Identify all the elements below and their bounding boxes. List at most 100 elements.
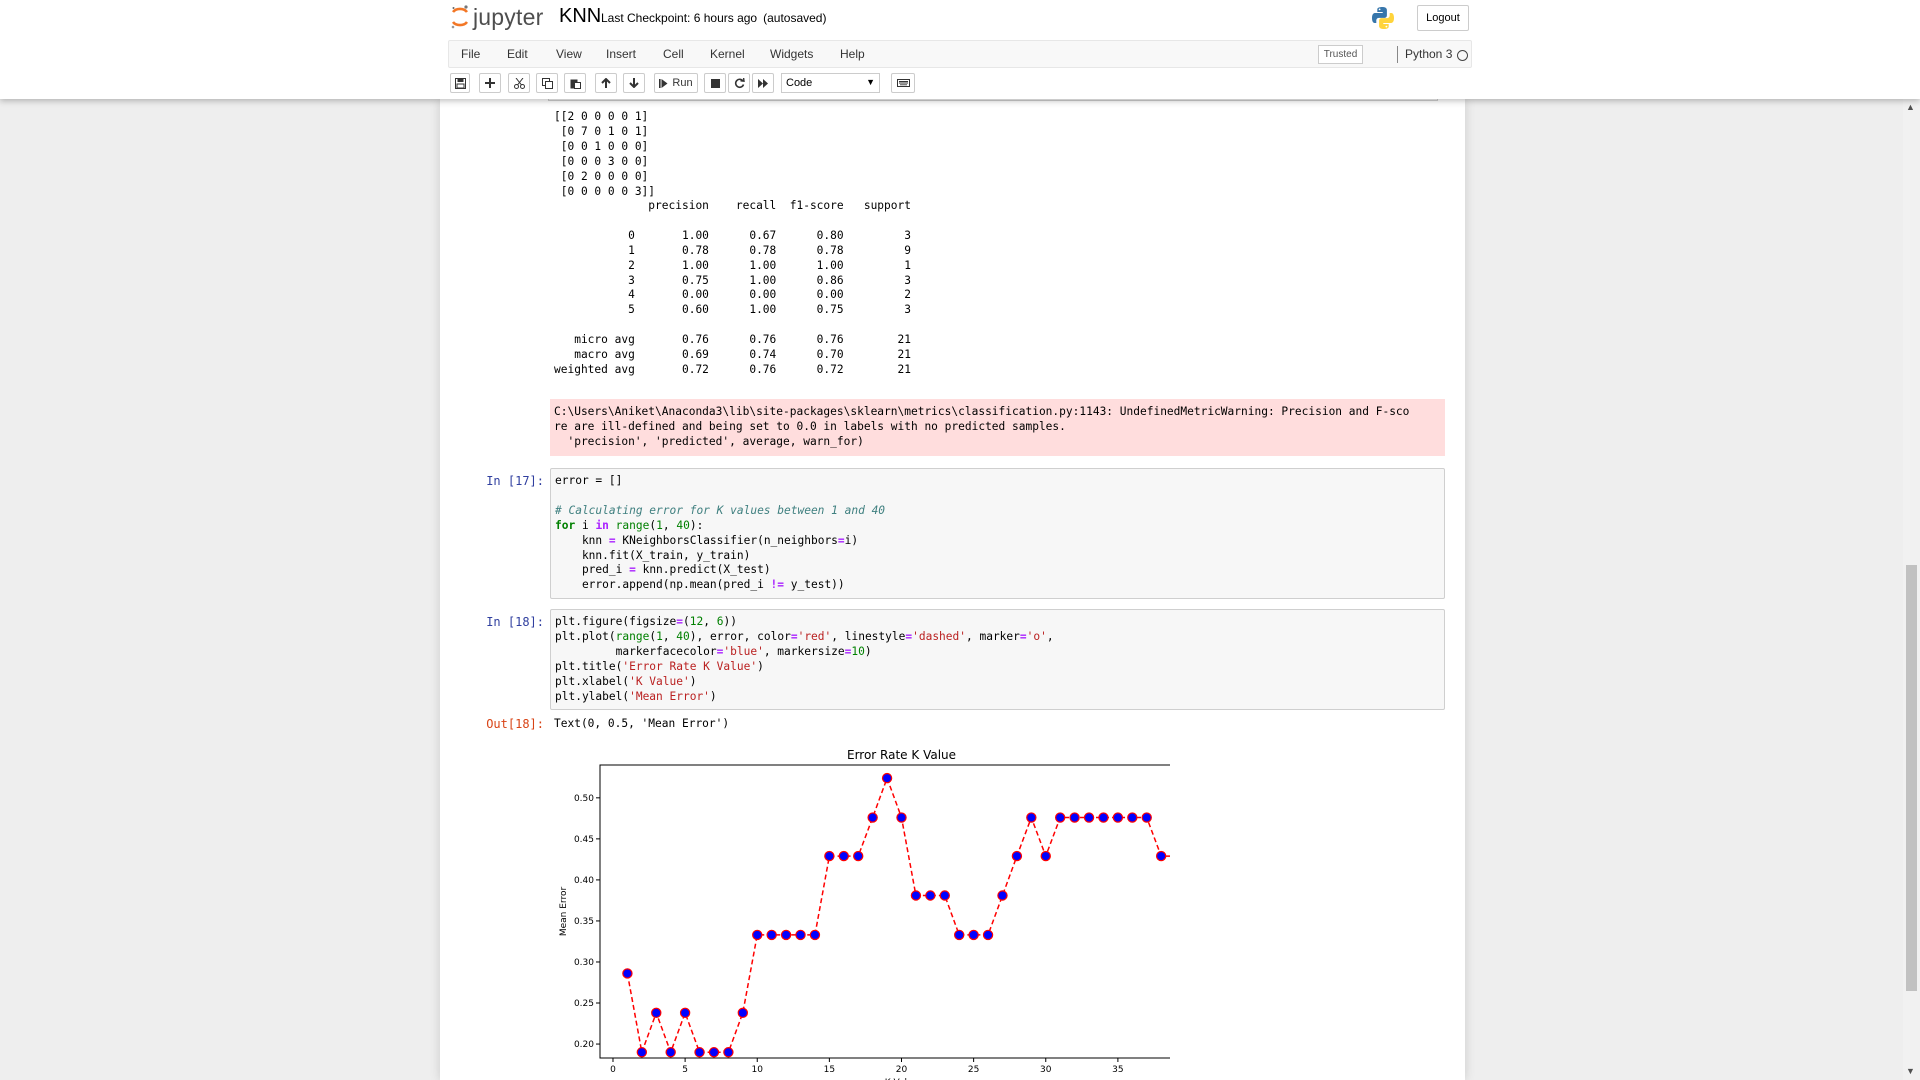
run-button[interactable]: Run bbox=[654, 73, 698, 93]
move-up-button[interactable] bbox=[595, 73, 617, 93]
logout-button[interactable]: Logout bbox=[1417, 5, 1469, 31]
y-tick-label: 0.45 bbox=[574, 835, 594, 845]
save-button[interactable] bbox=[450, 73, 470, 93]
jupyter-logo-icon bbox=[451, 5, 469, 29]
data-point bbox=[838, 850, 849, 862]
data-point bbox=[867, 812, 878, 823]
data-point bbox=[665, 1047, 676, 1058]
arrow-down-icon bbox=[629, 78, 639, 88]
jupyter-logo[interactable]: jupyter bbox=[450, 3, 543, 31]
menu-kernel[interactable]: Kernel bbox=[710, 47, 745, 61]
kernel-separator bbox=[1397, 46, 1398, 63]
scrollbar-thumb[interactable] bbox=[1906, 565, 1917, 991]
y-tick-label: 0.35 bbox=[574, 917, 594, 927]
y-tick-label: 0.20 bbox=[574, 1040, 594, 1050]
menu-cell[interactable]: Cell bbox=[663, 47, 684, 61]
save-icon bbox=[454, 77, 466, 89]
data-point bbox=[1054, 812, 1066, 823]
classification-report-output: precision recall f1-score support 0 1.00… bbox=[554, 199, 911, 376]
y-tick-label: 0.50 bbox=[574, 794, 594, 804]
input-prompt-17: In [17]: bbox=[486, 474, 544, 488]
kernel-name: Python 3 bbox=[1405, 47, 1453, 61]
chevron-down-icon: ▼ bbox=[866, 77, 875, 87]
data-point bbox=[766, 929, 777, 941]
cut-button[interactable] bbox=[508, 73, 530, 93]
paste-button[interactable] bbox=[564, 73, 586, 93]
notebook-container: [[2 0 0 0 0 1] [0 7 0 1 0 1] [0 0 1 0 0 … bbox=[440, 99, 1465, 1080]
x-tick-label: 20 bbox=[896, 1065, 908, 1075]
error-rate-chart: Error Rate K Value05101520253035400.200.… bbox=[559, 748, 1170, 1080]
x-tick-label: 0 bbox=[610, 1065, 616, 1075]
data-point bbox=[881, 772, 893, 784]
notebook-header: jupyter KNN Last Checkpoint: 6 hours ago… bbox=[0, 0, 1920, 99]
cut-icon bbox=[513, 77, 525, 89]
data-point bbox=[795, 929, 806, 941]
jupyter-wordmark: jupyter bbox=[473, 3, 544, 30]
data-point bbox=[954, 929, 965, 941]
data-point bbox=[1040, 850, 1051, 862]
data-point bbox=[968, 929, 979, 941]
code-cell-17[interactable]: error = [] # Calculating error for K val… bbox=[550, 468, 1445, 599]
python-logo-icon bbox=[1370, 5, 1396, 36]
data-point bbox=[1112, 812, 1124, 823]
data-point bbox=[694, 1047, 705, 1058]
menu-widgets[interactable]: Widgets bbox=[770, 47, 813, 61]
cell-type-select[interactable]: Code ▼ bbox=[781, 73, 880, 93]
data-point bbox=[679, 1007, 691, 1019]
menu-view[interactable]: View bbox=[556, 47, 582, 61]
insert-cell-button[interactable] bbox=[479, 73, 501, 93]
data-point bbox=[1026, 812, 1037, 823]
notebook-name[interactable]: KNN bbox=[559, 5, 601, 28]
trusted-indicator[interactable]: Trusted bbox=[1318, 45, 1363, 64]
scroll-down-icon[interactable]: ▼ bbox=[1906, 1066, 1915, 1076]
restart-run-all-button[interactable] bbox=[752, 73, 774, 93]
data-point bbox=[939, 890, 950, 901]
data-point bbox=[910, 890, 922, 901]
menu-file[interactable]: File bbox=[461, 47, 480, 61]
command-palette-button[interactable] bbox=[891, 73, 915, 93]
y-tick-label: 0.25 bbox=[574, 999, 594, 1009]
data-point bbox=[896, 812, 907, 823]
x-tick-label: 5 bbox=[682, 1065, 688, 1075]
copy-button[interactable] bbox=[536, 73, 558, 93]
data-point bbox=[651, 1007, 662, 1019]
restart-icon bbox=[734, 77, 745, 88]
step-forward-icon bbox=[659, 78, 668, 88]
data-point bbox=[622, 968, 633, 979]
data-point bbox=[982, 929, 994, 941]
data-point bbox=[1098, 812, 1109, 823]
code-cell-18[interactable]: plt.figure(figsize=(12, 6)) plt.plot(ran… bbox=[550, 609, 1445, 710]
data-point bbox=[723, 1047, 734, 1058]
menu-edit[interactable]: Edit bbox=[507, 47, 528, 61]
data-point bbox=[1069, 812, 1080, 823]
data-point bbox=[737, 1007, 749, 1019]
data-point bbox=[1127, 812, 1138, 823]
x-tick-label: 10 bbox=[752, 1065, 764, 1075]
interrupt-button[interactable] bbox=[704, 73, 726, 93]
data-point bbox=[997, 890, 1008, 901]
stop-icon bbox=[710, 78, 720, 88]
x-tick-label: 35 bbox=[1112, 1065, 1123, 1075]
output-prompt-18: Out[18]: bbox=[486, 717, 544, 731]
data-point bbox=[636, 1047, 648, 1058]
menu-help[interactable]: Help bbox=[840, 47, 865, 61]
x-tick-label: 30 bbox=[1040, 1065, 1052, 1075]
copy-icon bbox=[541, 77, 553, 89]
menu-insert[interactable]: Insert bbox=[606, 47, 636, 61]
run-label: Run bbox=[672, 77, 693, 89]
x-tick-label: 15 bbox=[824, 1065, 835, 1075]
stderr-warning-output: C:\Users\Aniket\Anaconda3\lib\site-packa… bbox=[550, 399, 1445, 456]
restart-button[interactable] bbox=[728, 73, 750, 93]
data-point bbox=[708, 1047, 720, 1058]
data-point bbox=[1155, 850, 1167, 862]
scroll-up-icon[interactable]: ▲ bbox=[1906, 102, 1915, 112]
menu-bar: File Edit View Insert Cell Kernel Widget… bbox=[448, 40, 1472, 68]
kernel-idle-icon bbox=[1457, 50, 1468, 61]
x-tick-label: 25 bbox=[968, 1065, 979, 1075]
cell-type-value: Code bbox=[786, 77, 813, 89]
move-down-button[interactable] bbox=[623, 73, 645, 93]
previous-cell-edge bbox=[548, 99, 1438, 101]
paste-icon bbox=[570, 79, 581, 89]
checkpoint-text: Last Checkpoint: 6 hours ago bbox=[601, 11, 758, 25]
keyboard-icon bbox=[896, 79, 910, 87]
